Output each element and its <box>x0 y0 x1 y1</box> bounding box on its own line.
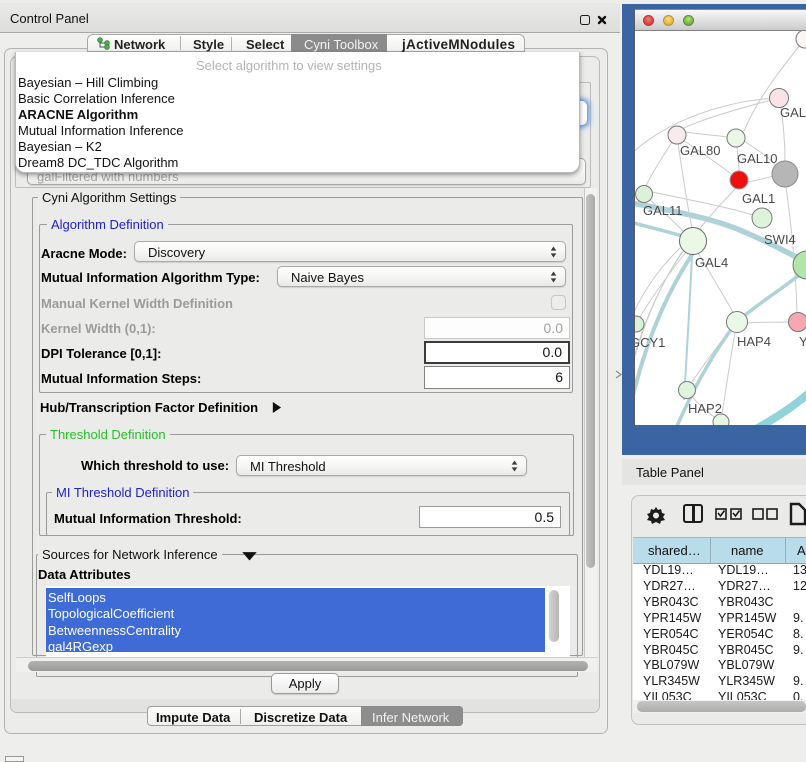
svg-text:HAP2: HAP2 <box>688 401 722 416</box>
svg-text:GCY1: GCY1 <box>635 335 665 350</box>
svg-text:GAL4: GAL4 <box>695 255 728 270</box>
svg-text:HAP4: HAP4 <box>737 334 771 349</box>
svg-text:SWI4: SWI4 <box>764 232 796 247</box>
svg-text:GAL10: GAL10 <box>737 151 777 166</box>
svg-text:GAL: GAL <box>780 105 806 120</box>
svg-text:GAL1: GAL1 <box>742 191 775 206</box>
svg-text:GAL11: GAL11 <box>643 203 683 218</box>
svg-text:Y: Y <box>799 334 806 349</box>
svg-text:GAL80: GAL80 <box>680 143 720 158</box>
